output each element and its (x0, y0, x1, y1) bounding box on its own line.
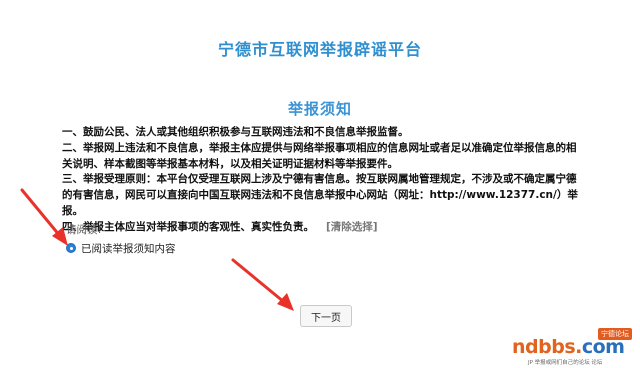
notice-paragraph-4-row: 四、举报主体应当对举报事项的客观性、真实性负责。 [清除选择] (62, 220, 584, 236)
site-watermark: 宁德论坛 ndbbs.com JP 举报或网们自己的论坛 论坛 (512, 326, 636, 366)
site-title: 宁德市互联网举报辟谣平台 (217, 40, 422, 59)
radio-selected-icon[interactable] (66, 243, 76, 253)
watermark-brand: ndbbs. (512, 336, 582, 358)
notice-paragraph-2: 二、举报网上违法和不良信息，举报主体应提供与网络举报事项相应的信息网址或者足以准… (62, 141, 577, 170)
watermark-subtitle: JP 举报或网们自己的论坛 论坛 (528, 360, 603, 366)
notice-body: 一、鼓励公民、法人或其他组织积极参与互联网违法和不良信息举报监督。 二、举报网上… (62, 125, 584, 236)
read-confirm-label[interactable]: 已阅读举报须知内容 (81, 241, 176, 256)
read-confirm-option[interactable]: 已阅读举报须知内容 (66, 241, 176, 255)
arrow-to-next-button-icon (231, 258, 294, 311)
notice-title: 举报须知 (287, 100, 352, 118)
clear-selection-link[interactable]: [清除选择] (326, 221, 378, 233)
watermark-domain: com (581, 336, 625, 358)
watermark-logo: ndbbs.com (512, 336, 625, 358)
notice-paragraph-1: 一、鼓励公民、法人或其他组织积极参与互联网违法和不良信息举报监督。 (62, 126, 409, 138)
next-page-button[interactable]: 下一页 (300, 305, 352, 327)
read-prompt: 请阅读! (66, 224, 102, 236)
notice-paragraph-3: 三、举报受理原则：本平台仅受理互联网上涉及宁德有害信息。按互联网属地管理规定，不… (62, 173, 578, 217)
